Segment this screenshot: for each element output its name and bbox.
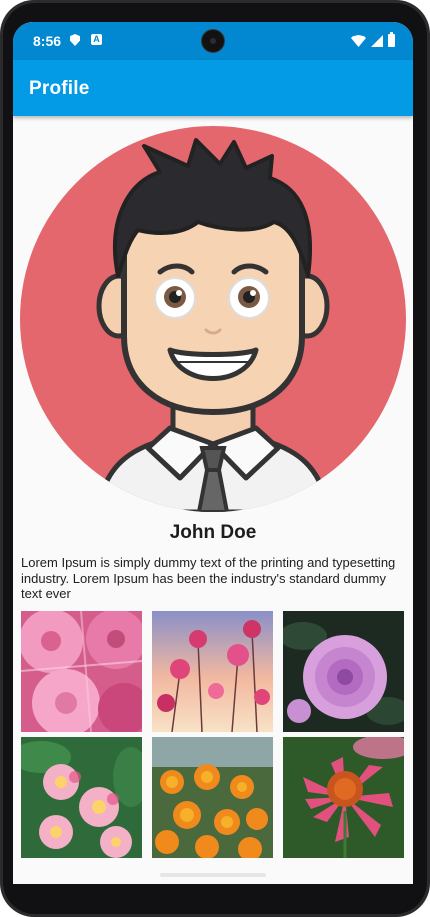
- echinacea-image: [283, 737, 404, 858]
- status-left-icons: A: [70, 34, 102, 46]
- system-navigation-bar: [0, 866, 430, 886]
- cartoon-man-avatar: [95, 138, 331, 512]
- a-badge-icon: A: [91, 34, 102, 45]
- profile-name: John Doe: [169, 522, 257, 543]
- wifi-icon: [351, 35, 366, 47]
- gallery-photo-lilac-dahlia[interactable]: [283, 611, 404, 732]
- shield-icon: [70, 34, 80, 46]
- app-bar-title: Profile: [29, 78, 90, 99]
- profile-avatar[interactable]: [20, 126, 406, 512]
- app-bar: Profile: [13, 60, 413, 116]
- status-time: 8:56: [33, 33, 62, 49]
- gallery-photo-pink-dahlia[interactable]: [21, 611, 142, 732]
- status-right-icons: [351, 32, 395, 47]
- battery-icon: [388, 32, 395, 47]
- marigolds-image: [152, 737, 273, 858]
- gallery-photo-plumeria[interactable]: [21, 737, 142, 858]
- lilac-dahlia-image: [283, 611, 404, 732]
- gallery-photo-echinacea[interactable]: [283, 737, 404, 858]
- cosmos-flowers-image: [152, 611, 273, 732]
- phone-frame: 8:56 A Profile John Doe Lorem Ipsum is s…: [0, 0, 430, 917]
- status-bar: 8:56 A: [13, 22, 413, 60]
- signal-icon: [371, 35, 383, 47]
- home-gesture-handle[interactable]: [160, 873, 266, 877]
- front-camera: [201, 29, 225, 53]
- plumeria-image: [21, 737, 142, 858]
- pink-dahlia-image: [21, 611, 142, 732]
- profile-bio: Lorem Ipsum is simply dummy text of the …: [21, 555, 396, 601]
- gallery-photo-cosmos[interactable]: [152, 611, 273, 732]
- gallery-photo-marigolds[interactable]: [152, 737, 273, 858]
- app-screen: 8:56 A Profile John Doe Lorem Ipsum is s…: [13, 22, 413, 884]
- photo-gallery: [21, 611, 405, 858]
